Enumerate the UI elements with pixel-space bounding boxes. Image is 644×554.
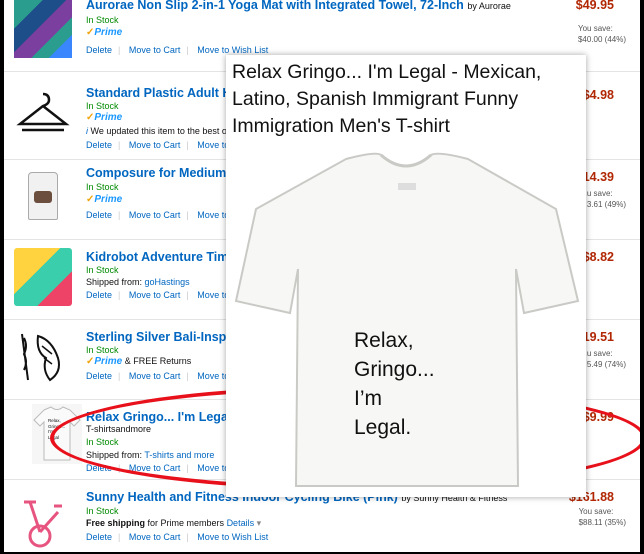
item-actions: Delete | Move to Cart | Move to Wi (86, 210, 243, 220)
product-thumbnail[interactable] (14, 88, 72, 146)
item-price: $49.95 (575, 0, 614, 12)
item-actions: Delete | Move to Cart | Move to Wish List (86, 532, 269, 542)
move-to-cart-link[interactable]: Move to Cart (129, 140, 181, 150)
product-title[interactable]: Sterling Silver Bali-Inspire (86, 330, 242, 344)
product-thumbnail[interactable] (14, 492, 72, 550)
item-note: i We updated this item to the best offer (86, 126, 240, 136)
shipping-info: Free shipping for Prime members Details … (86, 518, 262, 528)
product-thumbnail[interactable] (14, 328, 72, 386)
you-save: You save: $40.00 (44%) (577, 24, 626, 44)
move-to-cart-link[interactable]: Move to Cart (129, 290, 181, 300)
delete-link[interactable]: Delete (86, 371, 112, 381)
you-save: u save: 5.49 (74%) (586, 349, 626, 369)
seller-link[interactable]: goHastings (145, 277, 190, 287)
product-thumbnail[interactable] (14, 248, 72, 306)
you-save: u save: 3.61 (49%) (586, 189, 626, 209)
you-save: You save: $88.11 (35%) (578, 507, 626, 527)
info-icon: i (86, 126, 88, 136)
prime-badge: ✓Prime (86, 194, 123, 205)
item-price: $8.82 (582, 250, 614, 264)
product-title[interactable]: Aurorae Non Slip 2-in-1 Yoga Mat with In… (86, 0, 511, 12)
move-to-cart-link[interactable]: Move to Cart (129, 371, 181, 381)
item-price: $4.98 (582, 88, 614, 102)
move-to-cart-link[interactable]: Move to Cart (129, 210, 181, 220)
stock-status: In Stock (86, 506, 119, 516)
details-link[interactable]: Details (227, 518, 255, 528)
prime-badge: ✓Prime & FREE Returns (86, 356, 192, 367)
item-actions: Delete | Move to Cart | Move to Wi (86, 290, 243, 300)
tshirt-image: Relax, Gringo... I’m Legal. (226, 151, 586, 496)
prime-badge: ✓Prime (86, 112, 123, 123)
stock-status: In Stock (86, 345, 119, 355)
free-returns: & FREE Returns (124, 356, 192, 366)
item-actions: Delete | Move to Cart | Move to Wi (86, 140, 243, 150)
chevron-down-icon[interactable]: ▾ (257, 518, 262, 528)
item-actions: Delete | Move to Cart | Move to Wish List (86, 45, 269, 55)
tshirt-print-text: Relax, Gringo... I’m Legal. (354, 329, 435, 439)
stock-status: In Stock (86, 265, 119, 275)
delete-link[interactable]: Delete (86, 140, 112, 150)
shipped-from: Shipped from: goHastings (86, 277, 190, 287)
stock-status: In Stock (86, 15, 119, 25)
delete-link[interactable]: Delete (86, 45, 112, 55)
cart-screenshot: Aurorae Non Slip 2-in-1 Yoga Mat with In… (4, 0, 640, 552)
move-to-wish-list-link[interactable]: Move to Wish List (197, 45, 268, 55)
product-thumbnail[interactable] (14, 168, 72, 226)
move-to-wish-list-link[interactable]: Move to Wish List (197, 532, 268, 542)
item-actions: Delete | Move to Cart | Move to Wi (86, 371, 243, 381)
product-thumbnail[interactable] (14, 0, 72, 58)
brand-byline: by Aurorae (467, 1, 511, 11)
delete-link[interactable]: Delete (86, 532, 112, 542)
move-to-cart-link[interactable]: Move to Cart (129, 45, 181, 55)
product-title[interactable]: Standard Plastic Adult Har (86, 86, 243, 100)
stock-status: In Stock (86, 182, 119, 192)
delete-link[interactable]: Delete (86, 210, 112, 220)
move-to-cart-link[interactable]: Move to Cart (129, 532, 181, 542)
delete-link[interactable]: Delete (86, 290, 112, 300)
overlay-product-title: Relax Gringo... I'm Legal - Mexican, Lat… (232, 61, 542, 137)
product-title[interactable]: Kidrobot Adventure Time M (86, 250, 249, 264)
product-title[interactable]: Composure for Medium an (86, 166, 244, 180)
prime-badge: ✓Prime (86, 27, 123, 38)
stock-status: In Stock (86, 101, 119, 111)
product-overlay: Relax Gringo... I'm Legal - Mexican, Lat… (226, 55, 586, 497)
